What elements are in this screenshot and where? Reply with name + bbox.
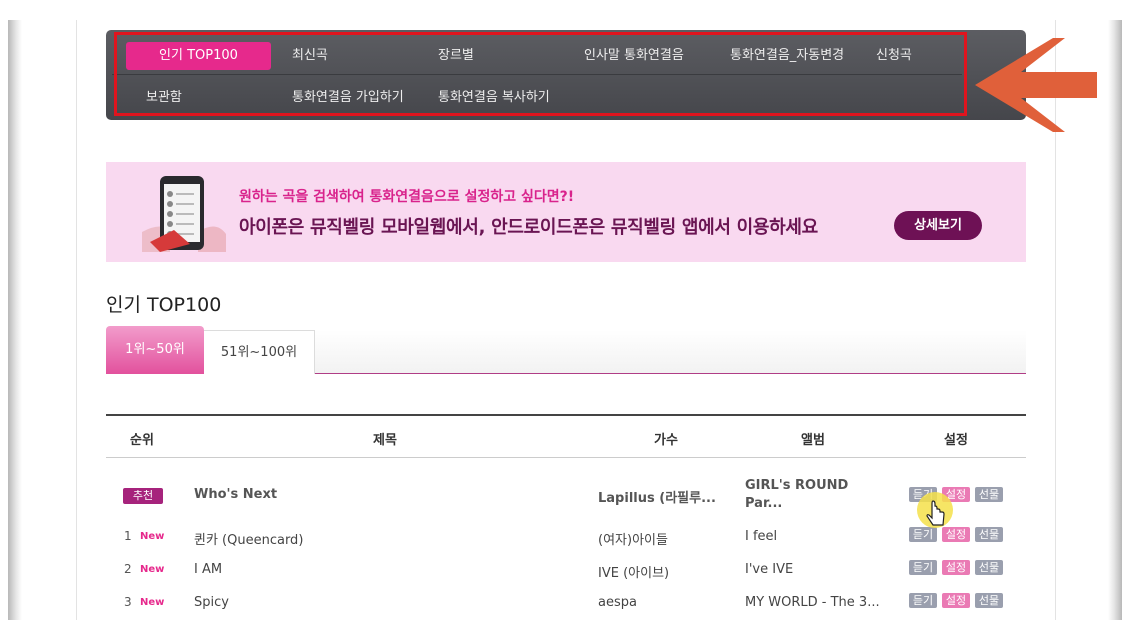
listen-button[interactable]: 듣기 bbox=[909, 560, 937, 575]
listen-button[interactable]: 듣기 bbox=[909, 593, 937, 608]
gift-button[interactable]: 선물 bbox=[975, 527, 1003, 542]
song-title[interactable]: Spicy bbox=[194, 595, 229, 610]
rank-number: 1 bbox=[124, 529, 132, 543]
table-header-divider bbox=[106, 457, 1026, 458]
detail-button[interactable]: 상세보기 bbox=[894, 211, 982, 240]
header-settings: 설정 bbox=[944, 433, 968, 448]
tab-rank-1-50[interactable]: 1위~50위 bbox=[106, 326, 204, 374]
banner-subheadline: 아이폰은 뮤직벨링 모바일웹에서, 안드로이드폰은 뮤직벨링 앱에서 이용하세요 bbox=[239, 217, 818, 238]
song-artist[interactable]: IVE (아이브) bbox=[598, 562, 669, 581]
gift-button[interactable]: 선물 bbox=[975, 560, 1003, 575]
rank-number: 2 bbox=[124, 562, 132, 576]
song-album[interactable]: I feel bbox=[745, 529, 777, 544]
new-badge: New bbox=[140, 531, 165, 542]
song-album[interactable]: MY WORLD - The 3... bbox=[745, 595, 880, 610]
recommended-badge: 추천 bbox=[123, 488, 163, 504]
hand-cursor-icon bbox=[917, 492, 953, 528]
left-arrow-icon bbox=[975, 38, 1097, 132]
new-badge: New bbox=[140, 564, 165, 575]
table-top-border bbox=[106, 414, 1026, 416]
frame-shadow-right bbox=[1108, 20, 1122, 620]
smartphone-icon bbox=[142, 176, 226, 252]
song-album[interactable]: GIRL's ROUND bbox=[745, 478, 848, 493]
header-album: 앨범 bbox=[801, 433, 825, 448]
song-artist[interactable]: Lapillus (라필루... bbox=[598, 487, 716, 506]
tab-rank-51-100[interactable]: 51위~100위 bbox=[203, 330, 315, 374]
set-button[interactable]: 설정 bbox=[942, 593, 970, 608]
rank-number: 3 bbox=[124, 595, 132, 609]
header-rank: 순위 bbox=[130, 433, 154, 448]
song-artist[interactable]: aespa bbox=[598, 595, 637, 610]
frame-shadow-left bbox=[8, 20, 22, 620]
promo-banner bbox=[106, 162, 1026, 262]
page-border-left bbox=[76, 20, 77, 620]
gift-button[interactable]: 선물 bbox=[975, 487, 1003, 502]
song-album-cont[interactable]: Par... bbox=[745, 496, 782, 511]
new-badge: New bbox=[140, 597, 165, 608]
gift-button[interactable]: 선물 bbox=[975, 593, 1003, 608]
song-title[interactable]: 퀸카 (Queencard) bbox=[194, 529, 303, 548]
banner-headline: 원하는 곡을 검색하여 통화연결음으로 설정하고 싶다면?! bbox=[239, 189, 575, 205]
header-title: 제목 bbox=[373, 433, 397, 448]
song-title[interactable]: I AM bbox=[194, 562, 222, 577]
header-artist: 가수 bbox=[654, 433, 678, 448]
song-title[interactable]: Who's Next bbox=[194, 487, 277, 502]
song-album[interactable]: I've IVE bbox=[745, 562, 793, 577]
set-button[interactable]: 설정 bbox=[942, 560, 970, 575]
nav-highlight-box bbox=[114, 32, 967, 116]
page-title: 인기 TOP100 bbox=[106, 294, 222, 316]
song-artist[interactable]: (여자)아이들 bbox=[598, 529, 668, 548]
